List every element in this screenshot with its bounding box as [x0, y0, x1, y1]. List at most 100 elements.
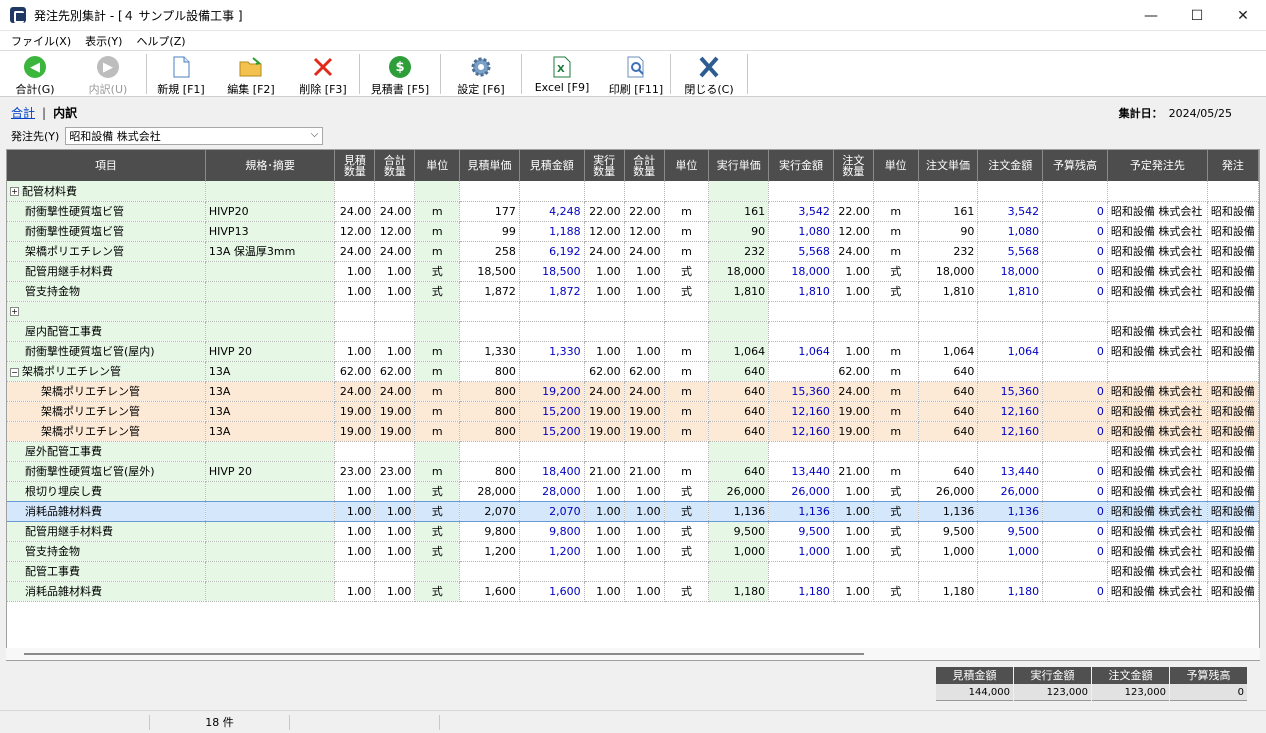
menu-file[interactable]: ファイル(X)	[4, 33, 78, 49]
print-button[interactable]: 印刷 [F11]	[602, 51, 670, 97]
table-row[interactable]: 根切り埋戻し費 1.00 1.00 式 28,000 28,000 1.00 1.00 式 26,…	[7, 481, 1259, 502]
total-column: 見積金額 144,000	[936, 667, 1013, 701]
table-cell: 1.00	[374, 341, 416, 362]
column-header[interactable]: 単位	[873, 150, 919, 181]
toolbar-label: 編集 [F2]	[227, 83, 275, 96]
cell-text: 昭和設備	[1210, 265, 1255, 278]
settings-button[interactable]: 設定 [F6]	[441, 51, 521, 97]
horizontal-scrollbar[interactable]	[6, 648, 1260, 660]
column-header[interactable]: 注文単価	[918, 150, 979, 181]
column-header[interactable]: 実行金額	[768, 150, 834, 181]
table-row[interactable]: 架橋ポリエチレン管 13A 19.00 19.00 m 800 15,200 19.00 19.…	[7, 421, 1259, 442]
column-header[interactable]: 規格･摘要	[205, 150, 336, 181]
expand-icon[interactable]: +	[10, 307, 19, 316]
table-cell: m	[414, 401, 461, 422]
table-row[interactable]: 消耗品雑材料費 1.00 1.00 式 1,600 1,600 1.00 1.00 式 1,180…	[7, 581, 1259, 602]
table-cell	[459, 301, 520, 322]
cell-text: 架橋ポリエチレン管	[41, 405, 140, 418]
table-row[interactable]: 耐衝撃性硬質塩ビ管(屋外) HIVP 20 23.00 23.00 m 800 18,400…	[7, 461, 1259, 482]
column-header[interactable]: 見積金額	[519, 150, 585, 181]
column-header[interactable]: 注文金額	[977, 150, 1044, 181]
table-cell	[414, 321, 461, 342]
table-row[interactable]: 耐衝撃性硬質塩ビ管 HIVP20 24.00 24.00 m 177 4,248 22.00 2…	[7, 201, 1259, 222]
column-header[interactable]: 項目	[7, 150, 206, 181]
table-cell: 5,568	[977, 241, 1044, 262]
table-cell: 12.00	[624, 221, 665, 242]
table-row[interactable]: 屋内配管工事費 昭和設備 株式会社 昭和設備	[7, 321, 1259, 342]
column-header[interactable]: 見積 数量	[334, 150, 376, 181]
cell-text: 21.00	[589, 464, 621, 478]
column-header[interactable]: 実行 数量	[584, 150, 625, 181]
new-button[interactable]: 新規 [F1]	[147, 51, 215, 97]
table-row[interactable]: + 配管材料費	[7, 181, 1259, 202]
breadcrumb-total-link[interactable]: 合計	[11, 104, 35, 121]
column-header[interactable]: 単位	[664, 150, 710, 181]
column-header[interactable]: 注文 数量	[833, 150, 874, 181]
cell-text: 9,500	[733, 524, 766, 538]
table-row[interactable]: 架橋ポリエチレン管 13A 19.00 19.00 m 800 15,200 19.00 19.…	[7, 401, 1259, 422]
cell-text: 1.00	[386, 504, 412, 518]
vendor-select[interactable]: 昭和設備 株式会社 ⌵	[65, 127, 324, 145]
scrollbar-thumb[interactable]	[24, 653, 864, 655]
column-header[interactable]: 合計 数量	[374, 150, 416, 181]
total-button[interactable]: ◀ 合計(G)	[0, 51, 70, 97]
table-cell	[205, 561, 336, 582]
minimize-button[interactable]: —	[1128, 0, 1174, 31]
table-row[interactable]: +	[7, 301, 1259, 322]
cell-text: 式	[680, 265, 692, 278]
excel-button[interactable]: X Excel [F9]	[522, 51, 602, 97]
table-row[interactable]: 架橋ポリエチレン管 13A 24.00 24.00 m 800 19,200 24.00 24.…	[7, 381, 1259, 402]
column-header[interactable]: 見積単価	[459, 150, 520, 181]
estimate-button[interactable]: $ 見積書 [F5]	[360, 51, 440, 97]
table-row[interactable]: 消耗品雑材料費 1.00 1.00 式 2,070 2,070 1.00 1.00 式 1,136…	[7, 500, 1259, 522]
delete-button[interactable]: 削除 [F3]	[287, 51, 359, 97]
table-row[interactable]: 耐衝撃性硬質塩ビ管 HIVP13 12.00 12.00 m 99 1,188 12.00 12…	[7, 221, 1259, 242]
column-header[interactable]: 合計 数量	[624, 150, 665, 181]
table-cell	[519, 181, 585, 202]
maximize-button[interactable]: ☐	[1174, 0, 1220, 31]
menu-help[interactable]: ヘルプ(Z)	[129, 33, 192, 49]
cell-text: 99	[501, 224, 516, 238]
table-row[interactable]: 管支持金物 1.00 1.00 式 1,200 1,200 1.00 1.00 式 1,000 1,…	[7, 541, 1259, 562]
table-cell: 消耗品雑材料費	[7, 581, 206, 602]
cell-text: 1.00	[596, 584, 621, 598]
table-cell: 21.00	[584, 461, 625, 482]
close-window-button[interactable]: ✕	[1220, 0, 1266, 31]
close-button[interactable]: 閉じる(C)	[671, 51, 747, 97]
table-row[interactable]: 配管用継手材料費 1.00 1.00 式 9,800 9,800 1.00 1.00 式 9,50…	[7, 521, 1259, 542]
collapse-icon[interactable]: −	[10, 367, 19, 377]
column-header[interactable]: 予算残高	[1042, 150, 1108, 181]
column-header[interactable]: 単位	[414, 150, 461, 181]
table-row[interactable]: − 架橋ポリエチレン管 13A 62.00 62.00 m 800 62.00 62.00 m 64…	[7, 361, 1259, 382]
menu-view[interactable]: 表示(Y)	[78, 33, 129, 49]
column-header[interactable]: 発注	[1207, 150, 1259, 181]
empty-cell	[918, 621, 978, 641]
table-row[interactable]: 耐衝撃性硬質塩ビ管(屋内) HIVP 20 1.00 1.00 m 1,330 1,330 1…	[7, 341, 1259, 362]
expand-icon[interactable]: +	[10, 187, 19, 197]
column-header[interactable]: 予定発注先	[1107, 150, 1208, 181]
breadcrumb-current: 内訳	[53, 106, 78, 120]
table-row[interactable]: 屋外配管工事費 昭和設備 株式会社 昭和設備	[7, 441, 1259, 462]
table-row[interactable]: 配管用継手材料費 1.00 1.00 式 18,500 18,500 1.00 1.00 式 18…	[7, 261, 1259, 282]
table-cell: 9,800	[459, 521, 520, 542]
cell-text: 昭和設備 株式会社	[1110, 445, 1203, 458]
table-row[interactable]: 配管工事費 昭和設備 株式会社 昭和設備	[7, 561, 1259, 582]
table-cell: 1.00	[624, 261, 665, 282]
cell-text: m	[681, 384, 692, 398]
cell-text: 1,200	[549, 544, 581, 558]
cell-text: m	[431, 404, 443, 418]
cell-text: 640	[744, 384, 766, 398]
table-cell: 1,600	[519, 581, 585, 602]
cell-text: 式	[890, 285, 902, 298]
edit-button[interactable]: 編集 [F2]	[215, 51, 287, 97]
table-cell: 0	[1042, 241, 1108, 262]
table-row[interactable]: 架橋ポリエチレン管 13A 保温厚3mm 24.00 24.00 m 258 6,192 24…	[7, 241, 1259, 262]
column-header[interactable]: 実行単価	[708, 150, 770, 181]
title-bar: 発注先別集計 - [４ サンプル設備工事 ] — ☐ ✕	[0, 0, 1266, 31]
cell-text: 232	[953, 244, 975, 258]
cell-text: 5,568	[798, 244, 830, 258]
cell-text: 1.00	[386, 524, 412, 538]
table-row[interactable]: 管支持金物 1.00 1.00 式 1,872 1,872 1.00 1.00 式 1,810 1,…	[7, 281, 1259, 302]
cell-text: 1,000	[733, 544, 766, 558]
breakdown-button[interactable]: ▶ 内訳(U)	[70, 51, 146, 97]
